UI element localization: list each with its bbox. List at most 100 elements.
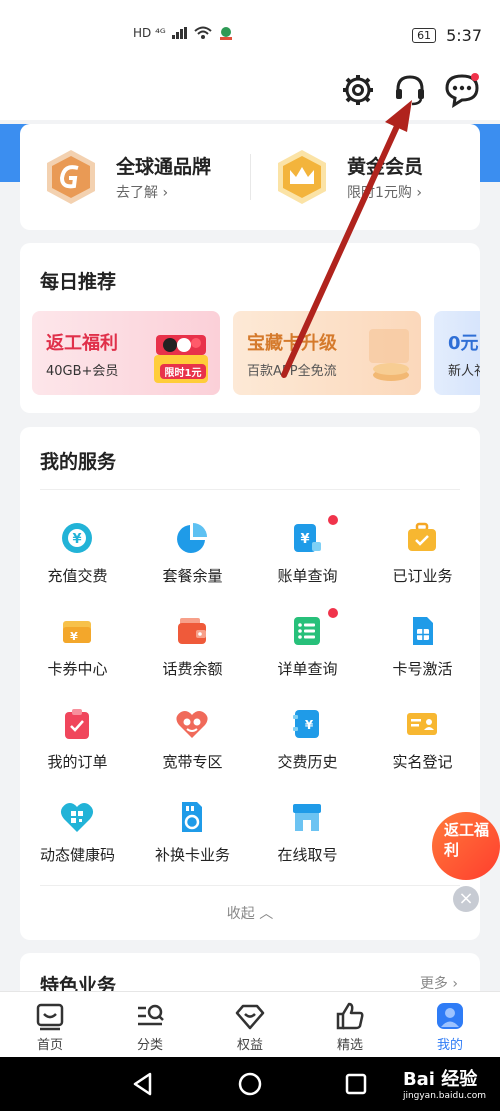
service-health-code[interactable]: 动态健康码 — [20, 800, 135, 892]
bottom-tab-bar: 首页 分类 权益 精选 我的 — [0, 991, 500, 1058]
service-plan-balance[interactable]: 套餐余量 — [135, 521, 250, 613]
broadband-icon — [176, 711, 208, 738]
order-icon — [65, 709, 89, 739]
watermark-url: jingyan.baidu.com — [402, 1091, 486, 1101]
brand-title: 黄金会员 — [347, 156, 424, 178]
divider — [40, 489, 460, 490]
service-label: 套餐余量 — [162, 567, 223, 585]
brand-link[interactable]: 限时1元购 › — [347, 182, 422, 202]
divider — [40, 885, 460, 886]
close-icon[interactable]: × — [453, 886, 479, 912]
service-card-activation[interactable]: 卡号激活 — [365, 614, 480, 706]
banner-subtitle: 百款APP全免流 — [247, 364, 337, 379]
profile-icon — [437, 1003, 463, 1029]
watermark: Bai 经验 jingyan.baidu.com — [403, 1065, 486, 1101]
tab-label: 我的 — [436, 1038, 463, 1053]
tab-label: 权益 — [236, 1038, 263, 1053]
service-recharge[interactable]: ¥ 充值交费 — [20, 521, 135, 613]
service-label: 卡券中心 — [47, 660, 108, 678]
status-icons: HD ⁴ᴳ — [133, 26, 234, 40]
battery-indicator: 61 — [412, 28, 437, 43]
service-label: 在线取号 — [277, 846, 338, 864]
floating-promo-label: 返工福利 — [444, 821, 490, 859]
coins-icon — [369, 329, 409, 381]
tab-featured[interactable]: 精选 — [300, 992, 400, 1058]
history-icon: ¥ — [293, 710, 319, 738]
service-label: 我的订单 — [47, 753, 108, 771]
collapse-button[interactable]: 收起 ︿ — [20, 903, 480, 923]
promo-banner-return[interactable]: 返工福利 40GB+会员 限时1元 — [32, 311, 220, 395]
replace-card-icon — [182, 802, 202, 832]
notification-dot — [328, 608, 338, 618]
notification-dot — [328, 515, 338, 525]
service-label: 已订业务 — [392, 567, 453, 585]
svg-text:¥: ¥ — [70, 630, 78, 643]
service-real-name[interactable]: 实名登记 — [365, 707, 480, 799]
customer-service-icon[interactable] — [392, 72, 428, 108]
brand-global-pass[interactable]: 全球通品牌 去了解 › — [20, 124, 250, 230]
floating-promo-button[interactable]: 返工福利 — [432, 812, 500, 880]
watermark-brand: Bai 经验 — [402, 1069, 478, 1090]
list-icon — [294, 617, 320, 645]
section-title: 每日推荐 — [40, 271, 117, 293]
promo-banner-card-upgrade[interactable]: 宝藏卡升级 百款APP全免流 — [233, 311, 421, 395]
wallet-icon — [178, 618, 206, 644]
banner-subtitle: 40GB+会员 — [46, 364, 119, 379]
section-title: 我的服务 — [40, 451, 117, 473]
home-icon — [36, 1003, 64, 1031]
service-online-queue[interactable]: 在线取号 — [250, 800, 365, 892]
category-icon — [138, 1004, 164, 1026]
service-broadband[interactable]: 宽带专区 — [135, 707, 250, 799]
settings-icon[interactable] — [340, 72, 376, 108]
service-coupons[interactable]: ¥ 卡券中心 — [20, 614, 135, 706]
tab-label: 首页 — [36, 1038, 63, 1053]
brand-link[interactable]: 去了解 › — [116, 182, 168, 202]
service-subscribed[interactable]: 已订业务 — [365, 521, 480, 613]
bill-icon: ¥ — [294, 524, 321, 552]
service-label: 账单查询 — [277, 567, 338, 585]
daily-recommend-card: 每日推荐 返工福利 40GB+会员 限时1元 宝藏卡升级 百款APP全免流 0元… — [20, 243, 480, 413]
service-label: 实名登记 — [392, 753, 453, 771]
store-icon — [293, 804, 321, 831]
service-my-orders[interactable]: 我的订单 — [20, 707, 135, 799]
carrier-icon — [219, 27, 232, 40]
tab-mine[interactable]: 我的 — [400, 992, 500, 1058]
thumbs-up-icon — [336, 1002, 364, 1030]
banner-subtitle: 新人礼 — [448, 364, 480, 379]
banner-title: 0元 — [448, 333, 479, 354]
recents-icon[interactable] — [343, 1071, 369, 1097]
briefcase-icon — [408, 522, 436, 551]
service-replace-card[interactable]: 补换卡业务 — [135, 800, 250, 892]
service-detail-query[interactable]: 详单查询 — [250, 608, 365, 706]
tab-benefits[interactable]: 权益 — [200, 992, 300, 1058]
diamond-icon — [235, 1004, 265, 1030]
service-label: 宽带专区 — [162, 753, 223, 771]
brand-gold-member[interactable]: 黄金会员 限时1元购 › — [251, 124, 480, 230]
id-card-icon — [407, 713, 437, 735]
promo-banner-newbie[interactable]: 0元 新人礼 — [434, 311, 480, 395]
service-label: 交费历史 — [277, 753, 338, 771]
global-pass-logo-icon — [47, 150, 95, 204]
service-label: 动态健康码 — [39, 846, 115, 864]
recharge-icon: ¥ — [62, 523, 92, 553]
service-bill-query[interactable]: ¥ 账单查询 — [250, 515, 365, 613]
status-bar: HD ⁴ᴳ 61 5:37 — [0, 0, 500, 62]
pie-chart-icon — [177, 523, 207, 553]
wifi-icon — [194, 26, 212, 39]
signal-icon — [171, 27, 187, 39]
message-icon[interactable] — [444, 72, 480, 108]
tab-category[interactable]: 分类 — [100, 992, 200, 1058]
tab-home[interactable]: 首页 — [0, 992, 100, 1058]
service-payment-history[interactable]: ¥ 交费历史 — [250, 707, 365, 799]
banner-title: 宝藏卡升级 — [247, 333, 337, 354]
network-indicator: HD ⁴ᴳ — [133, 26, 166, 40]
brand-title: 全球通品牌 — [116, 156, 212, 178]
coupon-icon: ¥ — [63, 621, 91, 643]
svg-text:¥: ¥ — [72, 532, 81, 547]
service-label: 卡号激活 — [392, 660, 453, 678]
home-circle-icon[interactable] — [237, 1071, 263, 1097]
service-phone-balance[interactable]: 话费余额 — [135, 614, 250, 706]
clock: 5:37 — [446, 26, 482, 45]
more-link[interactable]: 更多 › — [420, 973, 458, 993]
back-icon[interactable] — [130, 1071, 156, 1097]
